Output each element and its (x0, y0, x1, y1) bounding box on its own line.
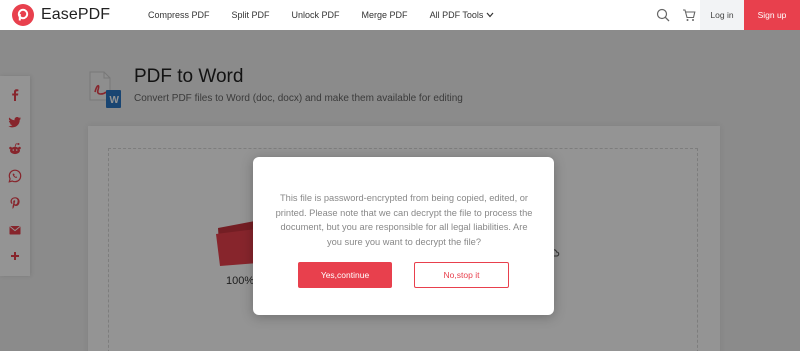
top-header: EasePDF Compress PDF Split PDF Unlock PD… (0, 0, 800, 30)
nav-compress-pdf[interactable]: Compress PDF (148, 10, 210, 20)
signup-button[interactable]: Sign up (744, 0, 800, 30)
chevron-down-icon (486, 12, 494, 18)
continue-button[interactable]: Yes,continue (298, 262, 392, 288)
nav-all-pdf-tools[interactable]: All PDF Tools (430, 10, 495, 20)
easepdf-logo-icon (12, 4, 34, 26)
decrypt-confirm-dialog: This file is password-encrypted from bei… (253, 157, 554, 315)
stop-button[interactable]: No,stop it (414, 262, 509, 288)
nav-unlock-pdf[interactable]: Unlock PDF (292, 10, 340, 20)
login-button[interactable]: Log in (700, 0, 744, 30)
cart-icon[interactable] (682, 8, 696, 22)
brand-name: EasePDF (41, 6, 111, 23)
main-nav: Compress PDF Split PDF Unlock PDF Merge … (148, 0, 516, 30)
nav-merge-pdf[interactable]: Merge PDF (362, 10, 408, 20)
nav-split-pdf[interactable]: Split PDF (232, 10, 270, 20)
logo[interactable]: EasePDF (12, 4, 110, 26)
dialog-message: This file is password-encrypted from bei… (275, 193, 533, 247)
search-icon[interactable] (656, 8, 670, 22)
nav-all-pdf-tools-label: All PDF Tools (429, 10, 484, 20)
